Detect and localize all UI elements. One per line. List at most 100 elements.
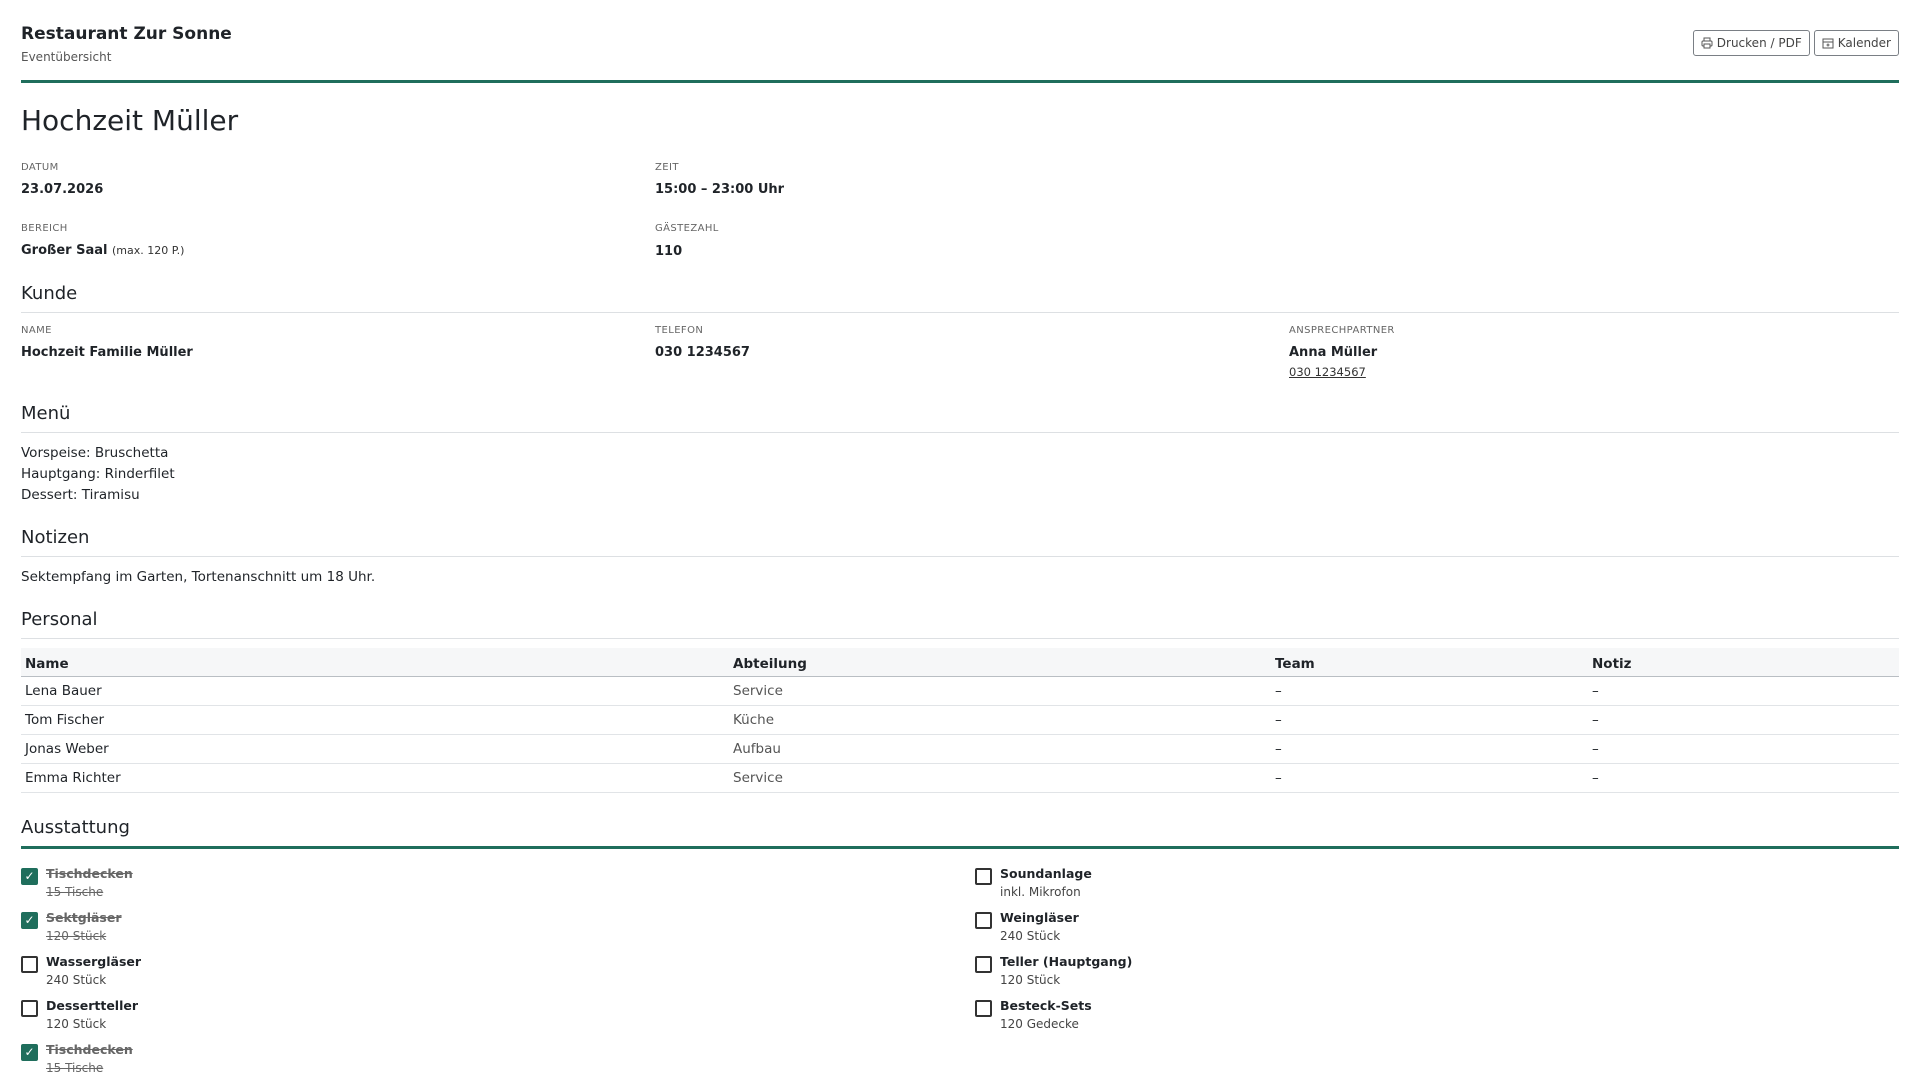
equipment-name: Wassergläser (46, 954, 142, 969)
contact-phone-link[interactable]: 030 1234567 (1289, 365, 1366, 379)
customer-name: Hochzeit Familie Müller (21, 345, 193, 360)
time-label: ZEIT (655, 162, 679, 173)
check-icon: ✓ (24, 913, 35, 927)
equipment-item: Dessertteller 120 Stück (21, 998, 621, 1038)
staff-name: Emma Richter (21, 763, 729, 793)
equipment-checkbox[interactable] (21, 1000, 38, 1017)
equipment-name: Sektgläser (46, 910, 122, 925)
equipment-checkbox-checked[interactable]: ✓ (21, 912, 38, 929)
equipment-item: ✓ Tischdecken 15 Tische (21, 866, 621, 906)
equipment-name: Weingläser (1000, 910, 1079, 925)
equipment-detail: inkl. Mikrofon (1000, 885, 1081, 899)
section-notes: Notizen (21, 527, 1899, 557)
section-customer: Kunde (21, 283, 1899, 313)
contact-name: Anna Müller (1289, 345, 1378, 360)
equipment-detail: 15 Tische (46, 885, 104, 899)
staff-note: – (1588, 763, 1899, 793)
area-name: Großer Saal (21, 243, 108, 258)
table-row: Emma Richter Service – – (21, 763, 1899, 793)
col-note: Notiz (1588, 648, 1899, 677)
customer-phone: 030 1234567 (655, 345, 750, 360)
menu-line: Vorspeise: Bruschetta (21, 445, 169, 461)
staff-department: Service (729, 676, 1271, 706)
table-row: Tom Fischer Küche – – (21, 705, 1899, 735)
equipment-item: Soundanlage inkl. Mikrofon (975, 866, 1575, 906)
header-actions: Drucken / PDF Kalender (1692, 30, 1899, 56)
staff-team: – (1271, 734, 1588, 764)
menu-line: Dessert: Tiramisu (21, 487, 140, 503)
equipment-checkbox[interactable] (975, 1000, 992, 1017)
staff-note: – (1588, 734, 1899, 764)
menu-line: Hauptgang: Rinderfilet (21, 466, 175, 482)
table-header-row: Name Abteilung Team Notiz (21, 648, 1899, 677)
equipment-item: ✓ Tischdecken 15 Tische (21, 1042, 621, 1082)
guests-label: GÄSTEZAHL (655, 223, 719, 234)
equipment-checkbox[interactable] (975, 868, 992, 885)
table-row: Lena Bauer Service – – (21, 676, 1899, 706)
equipment-name: Tischdecken (46, 866, 133, 881)
contact-label: ANSPRECHPARTNER (1289, 325, 1395, 336)
print-button[interactable]: Drucken / PDF (1692, 30, 1810, 56)
col-department: Abteilung (729, 648, 1271, 677)
date-label: DATUM (21, 162, 59, 173)
calendar-button[interactable]: Kalender (1813, 30, 1899, 56)
equipment-name: Dessertteller (46, 998, 139, 1013)
calendar-icon (1822, 38, 1834, 49)
printer-icon (1701, 37, 1713, 49)
equipment-item: Weingläser 240 Stück (975, 910, 1575, 950)
equipment-checkbox[interactable] (975, 956, 992, 973)
area-capacity-hint: (max. 120 P.) (112, 244, 185, 257)
equipment-item: Teller (Hauptgang) 120 Stück (975, 954, 1575, 994)
staff-department: Service (729, 763, 1271, 793)
equipment-detail: 120 Stück (46, 929, 107, 943)
notes-text: Sektempfang im Garten, Tortenanschnitt u… (21, 569, 376, 585)
page-header: Restaurant Zur Sonne Eventübersicht Druc… (21, 0, 1899, 83)
equipment-checkbox[interactable] (21, 956, 38, 973)
print-button-label: Drucken / PDF (1716, 36, 1802, 50)
guests-value: 110 (655, 244, 683, 259)
time-value: 15:00 – 23:00 Uhr (655, 182, 785, 197)
equipment-checkbox-checked[interactable]: ✓ (21, 1044, 38, 1061)
equipment-checkbox-checked[interactable]: ✓ (21, 868, 38, 885)
staff-table: Name Abteilung Team Notiz Lena Bauer Ser… (21, 648, 1899, 793)
page-subtitle: Eventübersicht (21, 50, 112, 64)
staff-note: – (1588, 705, 1899, 735)
equipment-detail: 240 Stück (1000, 929, 1061, 943)
equipment-detail: 240 Stück (46, 973, 107, 987)
restaurant-name: Restaurant Zur Sonne (21, 24, 232, 44)
section-staff: Personal (21, 609, 1899, 639)
staff-department: Aufbau (729, 734, 1271, 764)
col-name: Name (21, 648, 729, 677)
calendar-button-label: Kalender (1837, 36, 1891, 50)
staff-name: Jonas Weber (21, 734, 729, 764)
equipment-name: Besteck-Sets (1000, 998, 1092, 1013)
check-icon: ✓ (24, 1045, 35, 1059)
equipment-detail: 15 Tische (46, 1061, 104, 1075)
customer-phone-label: TELEFON (655, 325, 704, 336)
equipment-name: Soundanlage (1000, 866, 1092, 881)
area-value: Großer Saal (max. 120 P.) (21, 243, 184, 258)
staff-team: – (1271, 763, 1588, 793)
equipment-name: Tischdecken (46, 1042, 133, 1057)
table-row: Jonas Weber Aufbau – – (21, 734, 1899, 764)
check-icon: ✓ (24, 869, 35, 883)
col-team: Team (1271, 648, 1588, 677)
section-equipment: Ausstattung (21, 817, 1899, 849)
section-menu: Menü (21, 403, 1899, 433)
staff-name: Tom Fischer (21, 705, 729, 735)
equipment-detail: 120 Gedecke (1000, 1017, 1079, 1031)
staff-team: – (1271, 705, 1588, 735)
event-title: Hochzeit Müller (21, 104, 239, 137)
staff-department: Küche (729, 705, 1271, 735)
staff-team: – (1271, 676, 1588, 706)
date-value: 23.07.2026 (21, 182, 104, 197)
equipment-name: Teller (Hauptgang) (1000, 954, 1133, 969)
equipment-item: Wassergläser 240 Stück (21, 954, 621, 994)
equipment-checkbox[interactable] (975, 912, 992, 929)
area-label: BEREICH (21, 223, 68, 234)
equipment-item: ✓ Sektgläser 120 Stück (21, 910, 621, 950)
staff-note: – (1588, 676, 1899, 706)
equipment-detail: 120 Stück (46, 1017, 107, 1031)
equipment-item: Besteck-Sets 120 Gedecke (975, 998, 1575, 1038)
staff-name: Lena Bauer (21, 676, 729, 706)
